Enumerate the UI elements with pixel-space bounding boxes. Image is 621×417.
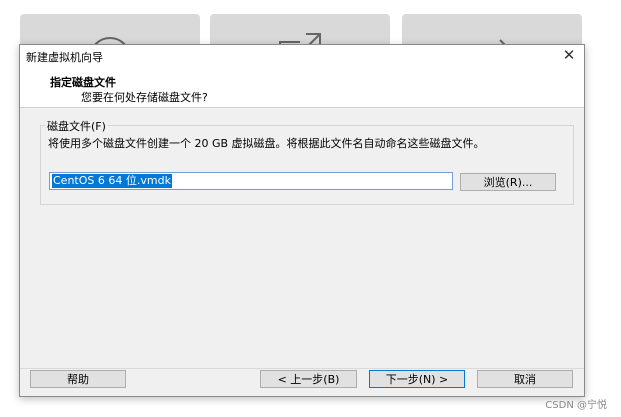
disk-file-description: 将使用多个磁盘文件创建一个 20 GB 虚拟磁盘。将根据此文件名自动命名这些磁盘… [48,137,485,150]
help-button[interactable]: 帮助 [30,370,126,388]
wizard-step-subtitle: 您要在何处存储磁盘文件? [81,91,208,104]
disk-file-group: 磁盘文件(F) 将使用多个磁盘文件创建一个 20 GB 虚拟磁盘。将根据此文件名… [40,118,574,205]
wizard-header: 指定磁盘文件 您要在何处存储磁盘文件? [20,67,584,108]
cancel-button[interactable]: 取消 [477,370,573,388]
watermark: CSDN @宁悦 [545,400,607,411]
browse-button[interactable]: 浏览(R)... [460,173,556,191]
next-button[interactable]: 下一步(N) > [369,370,465,388]
disk-file-input[interactable]: CentOS 6 64 位.vmdk [49,172,453,190]
wizard-step-title: 指定磁盘文件 [50,76,116,89]
dialog-title: 新建虚拟机向导 [26,51,103,64]
disk-file-value: CentOS 6 64 位.vmdk [52,174,172,188]
prev-button[interactable]: < 上一步(B) [260,370,357,388]
wizard-body: 磁盘文件(F) 将使用多个磁盘文件创建一个 20 GB 虚拟磁盘。将根据此文件名… [20,108,584,396]
disk-file-legend: 磁盘文件(F) [45,118,108,134]
close-icon[interactable]: ✕ [560,46,578,64]
new-vm-wizard-dialog: 新建虚拟机向导 ✕ 指定磁盘文件 您要在何处存储磁盘文件? 磁盘文件(F) 将使… [19,44,585,397]
dialog-titlebar: 新建虚拟机向导 ✕ [20,45,584,67]
